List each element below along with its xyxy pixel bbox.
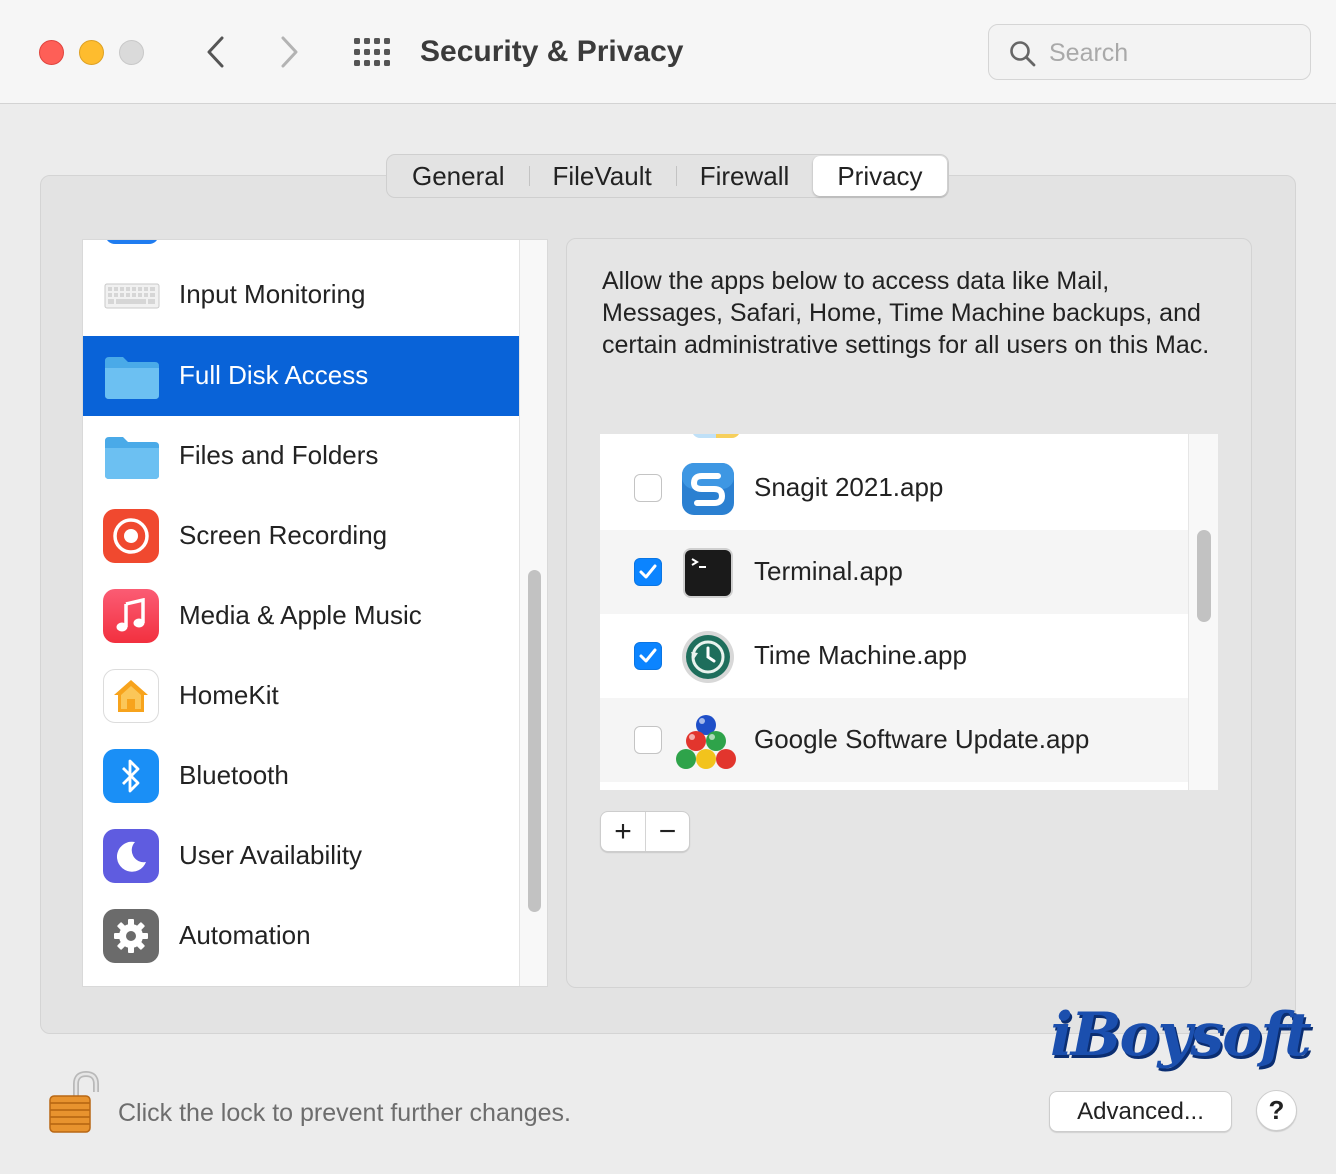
lock-status-text: Click the lock to prevent further change…	[118, 1099, 572, 1127]
show-all-button[interactable]	[350, 32, 394, 72]
privacy-category-list[interactable]: Input Monitoring Full Disk Access Files …	[82, 239, 548, 987]
home-icon	[103, 669, 161, 723]
sidebar-item-label: Full Disk Access	[179, 360, 369, 390]
partial-app-icon	[692, 434, 740, 438]
access-description: Allow the apps below to access data like…	[602, 267, 1210, 359]
app-row-google-software-update[interactable]: Google Software Update.app	[600, 698, 1188, 782]
add-remove-control: + −	[600, 811, 690, 852]
app-name: Google Software Update.app	[754, 724, 1090, 754]
sidebar-item-label: User Availability	[179, 840, 363, 870]
sidebar-item-automation[interactable]: Automation	[83, 896, 519, 976]
app-row-snagit[interactable]: Snagit 2021.app	[600, 446, 1188, 530]
sidebar-scrollbar[interactable]	[519, 240, 547, 986]
snagit-icon	[680, 461, 736, 517]
sidebar-item-label: Input Monitoring	[179, 279, 366, 309]
chevron-right-icon	[281, 36, 298, 68]
remove-app-button[interactable]: −	[644, 812, 689, 851]
app-row-time-machine[interactable]: Time Machine.app	[600, 614, 1188, 698]
terminal-checkbox[interactable]	[634, 558, 662, 586]
window-title: Security & Privacy	[420, 35, 684, 68]
lock-icon[interactable]	[46, 1070, 102, 1136]
moon-icon	[103, 829, 161, 883]
sidebar-item-media-apple-music[interactable]: Media & Apple Music	[83, 576, 519, 656]
app-name: Terminal.app	[754, 556, 903, 586]
zoom-window-button[interactable]	[119, 40, 144, 65]
time-machine-icon	[680, 629, 736, 685]
tab-general[interactable]: General	[388, 156, 529, 196]
iboysoft-watermark: iBoysoft	[1050, 1000, 1312, 1070]
google-update-icon	[676, 713, 736, 769]
partial-item-icon	[105, 240, 159, 244]
sidebar-item-files-and-folders[interactable]: Files and Folders	[83, 416, 519, 496]
sidebar-item-label: Media & Apple Music	[179, 600, 422, 630]
minimize-window-button[interactable]	[79, 40, 104, 65]
add-app-button[interactable]: +	[601, 812, 645, 851]
app-list-scrollbar[interactable]	[1188, 434, 1218, 790]
sidebar-item-label: Screen Recording	[179, 520, 388, 550]
forward-button[interactable]	[270, 28, 310, 76]
checkmark-icon	[639, 564, 657, 579]
close-window-button[interactable]	[39, 40, 64, 65]
snagit-checkbox[interactable]	[634, 474, 662, 502]
sidebar-item-user-availability[interactable]: User Availability	[83, 816, 519, 896]
checkmark-icon	[639, 648, 657, 663]
tab-privacy[interactable]: Privacy	[813, 156, 947, 196]
google-update-checkbox[interactable]	[634, 726, 662, 754]
sidebar-item-label: HomeKit	[179, 680, 279, 710]
terminal-icon	[680, 545, 736, 601]
back-button[interactable]	[195, 28, 235, 76]
time-machine-checkbox[interactable]	[634, 642, 662, 670]
sidebar-item-bluetooth[interactable]: Bluetooth	[83, 736, 519, 816]
sidebar-item-full-disk-access[interactable]: Full Disk Access	[83, 336, 519, 416]
folder-icon	[103, 349, 161, 403]
gear-icon	[103, 909, 161, 963]
app-row-terminal[interactable]: Terminal.app	[600, 530, 1188, 614]
search-field[interactable]	[988, 24, 1311, 80]
chevron-left-icon	[207, 36, 224, 68]
sidebar-item-label: Files and Folders	[179, 440, 379, 470]
tab-bar: General FileVault Firewall Privacy	[386, 154, 949, 198]
advanced-button[interactable]: Advanced...	[1049, 1091, 1232, 1132]
sidebar-item-homekit[interactable]: HomeKit	[83, 656, 519, 736]
search-icon	[1010, 41, 1036, 67]
grid-icon	[354, 38, 390, 66]
sidebar-item-label: Bluetooth	[179, 760, 289, 790]
app-list-scroll-thumb[interactable]	[1197, 530, 1211, 622]
app-list[interactable]: Snagit 2021.app Terminal.app Time Machin…	[600, 434, 1218, 790]
sidebar-item-label: Automation	[179, 920, 311, 950]
tab-firewall[interactable]: Firewall	[675, 156, 814, 196]
sidebar-item-input-monitoring[interactable]: Input Monitoring	[83, 255, 519, 335]
tab-filevault[interactable]: FileVault	[528, 156, 676, 196]
help-button[interactable]: ?	[1256, 1090, 1297, 1131]
sidebar-item-screen-recording[interactable]: Screen Recording	[83, 496, 519, 576]
folder-icon	[103, 429, 161, 483]
app-name: Time Machine.app	[754, 640, 967, 670]
search-input[interactable]	[1049, 33, 1299, 73]
bluetooth-icon	[103, 749, 161, 803]
title-bar: Security & Privacy	[0, 0, 1336, 104]
sidebar-scroll-thumb[interactable]	[528, 570, 541, 912]
keyboard-icon	[103, 268, 161, 322]
music-icon	[103, 589, 161, 643]
screen-recording-icon	[103, 509, 161, 563]
app-name: Snagit 2021.app	[754, 472, 944, 502]
